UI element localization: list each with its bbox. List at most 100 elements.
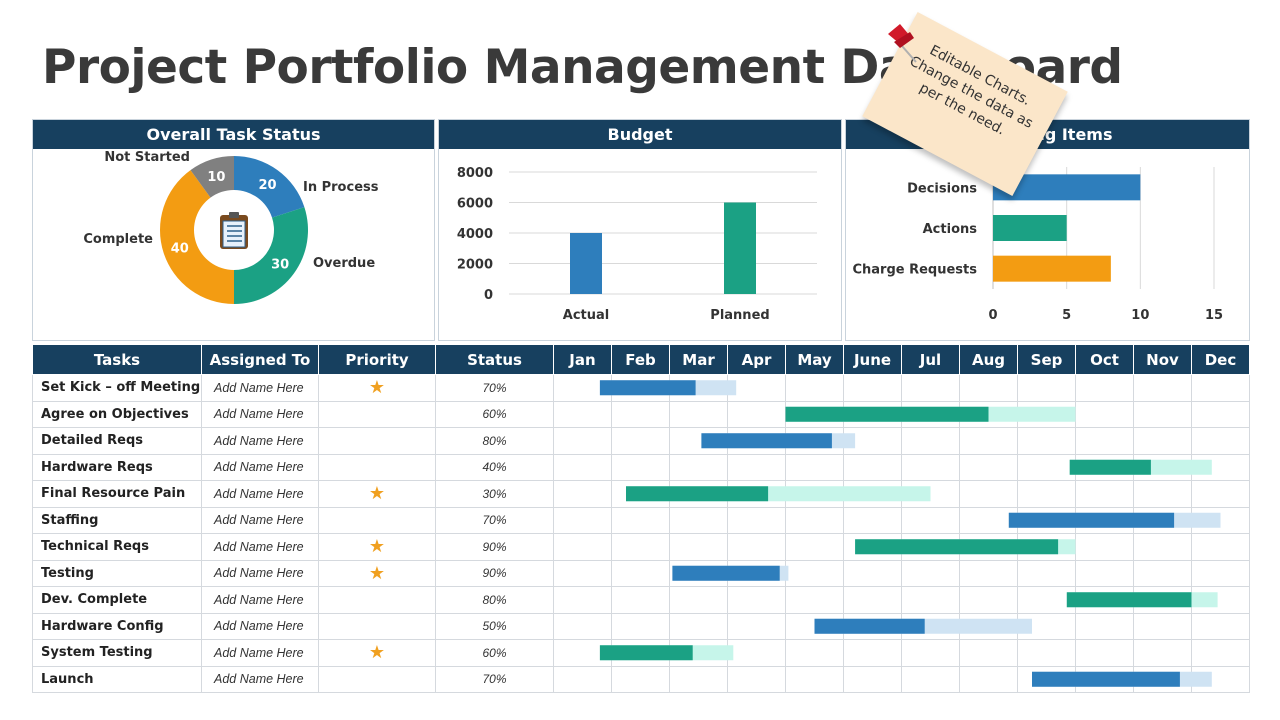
y-tick-label: Charge Requests xyxy=(852,263,977,278)
x-tick-label: Actual xyxy=(563,308,609,323)
month-cell xyxy=(1017,639,1076,667)
status-value: 70% xyxy=(435,506,554,534)
month-cell xyxy=(727,374,786,402)
task-status-header: Overall Task Status xyxy=(33,120,434,149)
month-cell xyxy=(727,533,786,561)
month-cell xyxy=(901,374,960,402)
month-cell xyxy=(785,586,844,614)
priority-cell xyxy=(318,427,436,455)
month-cell xyxy=(901,480,960,508)
month-cell xyxy=(901,612,960,640)
month-cell xyxy=(669,453,728,481)
month-header-may: May xyxy=(785,344,844,375)
month-cell xyxy=(611,559,670,587)
assigned-to: Add Name Here xyxy=(201,639,319,667)
x-tick-label: 15 xyxy=(1205,308,1223,323)
month-cell xyxy=(1017,586,1076,614)
table-row: Set Kick – off Meeting Add Name Here ★ 70% xyxy=(32,374,1250,402)
month-cell xyxy=(611,453,670,481)
status-value: 90% xyxy=(435,559,554,587)
month-cell xyxy=(1017,427,1076,455)
month-cell xyxy=(843,559,902,587)
priority-star-icon: ★ xyxy=(318,559,436,587)
month-cell xyxy=(1075,586,1134,614)
task-name: Detailed Reqs xyxy=(32,427,202,455)
budget-bar-chart: 0 2000 4000 6000 8000 Actual Planned xyxy=(457,166,817,323)
month-cell xyxy=(959,639,1018,667)
bar-actual xyxy=(570,233,602,294)
table-row: Staffing Add Name Here 70% xyxy=(32,506,1250,534)
status-value: 50% xyxy=(435,612,554,640)
month-cell xyxy=(553,506,612,534)
month-cell xyxy=(1017,665,1076,693)
month-cell xyxy=(611,586,670,614)
month-header-mar: Mar xyxy=(669,344,728,375)
month-cell xyxy=(669,506,728,534)
status-value: 90% xyxy=(435,533,554,561)
month-cell xyxy=(1191,480,1250,508)
month-header-apr: Apr xyxy=(727,344,786,375)
table-row: Detailed Reqs Add Name Here 80% xyxy=(32,427,1250,455)
month-cell xyxy=(1075,612,1134,640)
task-status-donut-chart: 20 In Process 30 Overdue 40 Complete 10 Not Sta… xyxy=(83,150,379,304)
table-row: Hardware Config Add Name Here 50% xyxy=(32,612,1250,640)
month-cell xyxy=(553,480,612,508)
month-cell xyxy=(785,453,844,481)
assigned-to: Add Name Here xyxy=(201,400,319,428)
month-cell xyxy=(959,506,1018,534)
status-value: 40% xyxy=(435,453,554,481)
priority-star-icon: ★ xyxy=(318,533,436,561)
month-cell xyxy=(553,427,612,455)
table-row: System Testing Add Name Here ★ 60% xyxy=(32,639,1250,667)
month-cell xyxy=(611,533,670,561)
task-name: Set Kick – off Meeting xyxy=(32,374,202,402)
priority-cell xyxy=(318,506,436,534)
month-cell xyxy=(843,639,902,667)
month-cell xyxy=(1133,533,1192,561)
month-cell xyxy=(1017,533,1076,561)
assigned-to: Add Name Here xyxy=(201,665,319,693)
month-cell xyxy=(1191,453,1250,481)
month-cell xyxy=(901,453,960,481)
y-tick-label: 8000 xyxy=(457,166,493,181)
column-header-assigned-to: Assigned To xyxy=(201,344,319,375)
month-cell xyxy=(727,665,786,693)
status-value: 80% xyxy=(435,586,554,614)
month-cell xyxy=(669,612,728,640)
month-cell xyxy=(1133,453,1192,481)
table-row: Final Resource Pain Add Name Here ★ 30% xyxy=(32,480,1250,508)
month-cell xyxy=(1191,586,1250,614)
month-header-feb: Feb xyxy=(611,344,670,375)
task-name: Technical Reqs xyxy=(32,533,202,561)
month-cell xyxy=(553,533,612,561)
column-header-tasks: Tasks xyxy=(32,344,202,375)
month-cell xyxy=(785,400,844,428)
month-cell xyxy=(1017,453,1076,481)
donut-category-label: Not Started xyxy=(104,150,190,165)
task-name: Final Resource Pain xyxy=(32,480,202,508)
month-cell xyxy=(1017,400,1076,428)
donut-value-label: 10 xyxy=(207,170,225,185)
status-value: 60% xyxy=(435,400,554,428)
month-cell xyxy=(553,559,612,587)
month-cell xyxy=(959,400,1018,428)
month-cell xyxy=(785,559,844,587)
month-cell xyxy=(611,506,670,534)
month-cell xyxy=(553,453,612,481)
month-cell xyxy=(1191,400,1250,428)
month-cell xyxy=(611,400,670,428)
month-cell xyxy=(1133,480,1192,508)
month-cell xyxy=(611,374,670,402)
priority-cell xyxy=(318,612,436,640)
month-cell xyxy=(959,374,1018,402)
month-cell xyxy=(1133,586,1192,614)
month-cell xyxy=(611,480,670,508)
table-row: Hardware Reqs Add Name Here 40% xyxy=(32,453,1250,481)
table-row: Agree on Objectives Add Name Here 60% xyxy=(32,400,1250,428)
month-cell xyxy=(843,427,902,455)
month-cell xyxy=(959,665,1018,693)
month-cell xyxy=(669,639,728,667)
month-cell xyxy=(611,639,670,667)
assigned-to: Add Name Here xyxy=(201,453,319,481)
y-tick-label: 0 xyxy=(484,288,493,303)
